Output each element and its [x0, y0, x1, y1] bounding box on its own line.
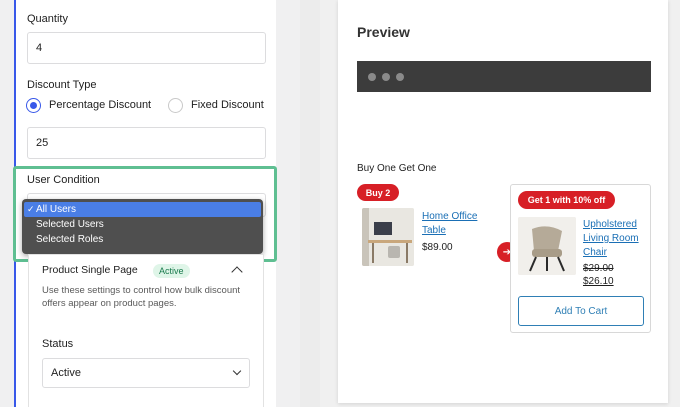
- offer-title: Buy One Get One: [357, 163, 437, 174]
- quantity-value: 4: [36, 42, 43, 54]
- option-label: All Users: [36, 204, 77, 215]
- window-dot-icon: [368, 73, 376, 81]
- percentage-discount-label: Percentage Discount: [49, 99, 152, 111]
- browser-toolbar: [357, 61, 651, 92]
- get-badge: Get 1 with 10% off: [518, 191, 615, 209]
- discount-value: 25: [36, 137, 49, 149]
- status-value: Active: [51, 367, 81, 379]
- status-label: Status: [42, 338, 74, 350]
- product-single-page-title: Product Single Page: [42, 264, 138, 276]
- user-condition-label: User Condition: [27, 174, 100, 186]
- discount-type-label: Discount Type: [27, 79, 97, 91]
- home-office-table-image[interactable]: [362, 208, 414, 266]
- option-selected-users[interactable]: Selected Users: [24, 217, 261, 232]
- quantity-label: Quantity: [27, 13, 68, 25]
- buy-badge: Buy 2: [357, 184, 399, 201]
- user-condition-dropdown: ✓ All Users Selected Users Selected Roles: [22, 199, 263, 254]
- chair-image[interactable]: [518, 217, 576, 275]
- fixed-discount-label: Fixed Discount: [191, 99, 264, 111]
- chevron-down-icon: [232, 366, 242, 376]
- product2-name-line2[interactable]: Living Room: [583, 232, 639, 245]
- option-label: Selected Roles: [36, 234, 104, 245]
- product1-name-line1[interactable]: Home Office: [422, 210, 477, 223]
- option-all-users[interactable]: ✓ All Users: [24, 202, 261, 217]
- discount-value-input[interactable]: 25: [27, 127, 266, 159]
- product2-name-line3[interactable]: Chair: [583, 246, 607, 259]
- product1-price: $89.00: [422, 242, 453, 253]
- preview-title: Preview: [357, 24, 410, 40]
- fixed-discount-radio[interactable]: [168, 98, 183, 113]
- product2-old-price: $29.00: [583, 263, 614, 274]
- product2-new-price: $26.10: [583, 276, 614, 287]
- add-to-cart-button[interactable]: Add To Cart: [518, 296, 644, 326]
- window-dot-icon: [396, 73, 404, 81]
- option-label: Selected Users: [36, 219, 104, 230]
- status-select[interactable]: Active: [42, 358, 250, 388]
- quantity-input[interactable]: 4: [27, 32, 266, 64]
- product1-name-line2[interactable]: Table: [422, 224, 446, 237]
- window-dot-icon: [382, 73, 390, 81]
- option-selected-roles[interactable]: Selected Roles: [24, 232, 261, 247]
- product-page-description: Use these settings to control how bulk d…: [42, 285, 241, 309]
- percentage-discount-radio[interactable]: [26, 98, 41, 113]
- checkmark-icon: ✓: [27, 204, 35, 214]
- active-badge: Active: [153, 264, 190, 278]
- product2-name-line1[interactable]: Upholstered: [583, 218, 637, 231]
